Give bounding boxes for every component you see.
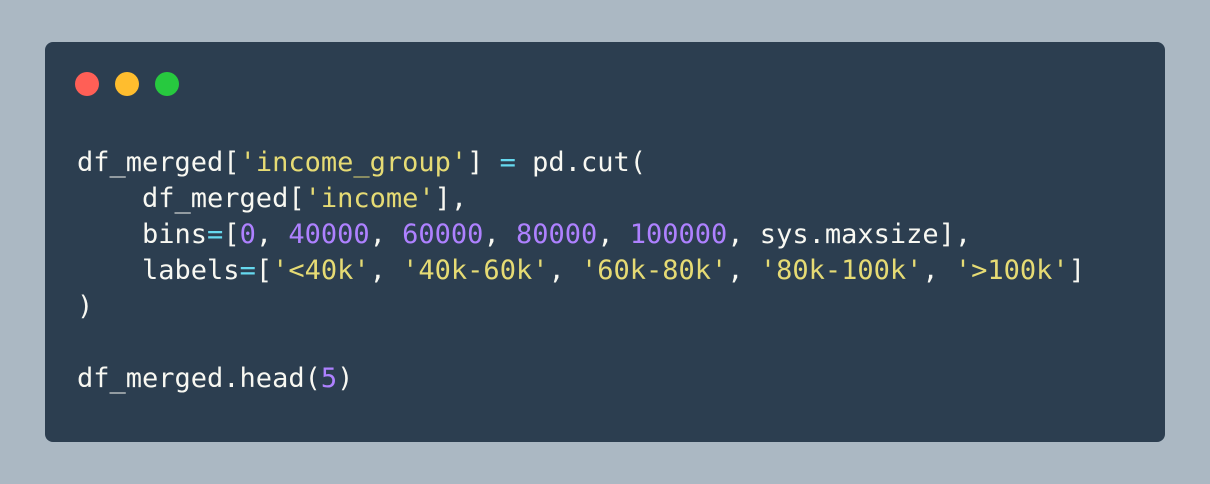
code-token: ] [1068,255,1085,286]
code-token: ] [467,147,500,178]
code-token: , [548,255,581,286]
code-token: = [207,219,224,250]
code-token: '60k-80k' [580,255,728,286]
code-token: '>100k' [954,255,1069,286]
window-controls [75,72,179,96]
code-token: df_merged.head( [77,363,321,394]
code-token: = [499,147,516,178]
code-token: 40000 [288,219,370,250]
code-token: df_merged[ [77,183,305,214]
code-token: , [369,255,403,286]
code-token: 60000 [402,219,484,250]
code-token: 100000 [629,219,728,250]
close-button-icon[interactable] [75,72,99,96]
code-token: 0 [239,219,256,250]
code-token: , [369,219,403,250]
code-line: df_merged['income_group'] = pd.cut( [77,145,1085,181]
code-token: , [483,219,516,250]
code-token: , [727,255,760,286]
code-line: labels=['<40k', '40k-60k', '60k-80k', '8… [77,253,1085,289]
code-window: df_merged['income_group'] = pd.cut( df_m… [45,42,1165,442]
code-line: df_merged['income'], [77,181,1085,217]
code-token: ], [434,183,468,214]
code-token: [ [255,255,273,286]
code-token: 80000 [515,219,598,250]
code-token: ) [77,291,94,322]
code-token: , sys.maxsize], [727,219,972,250]
code-token: '<40k' [272,255,370,286]
zoom-button-icon[interactable] [155,72,179,96]
code-token: '80k-100k' [759,255,923,286]
code-token: ) [337,363,354,394]
code-token: [ [223,219,240,250]
code-block: df_merged['income_group'] = pd.cut( df_m… [77,145,1085,397]
code-token: = [239,255,256,286]
code-token: 5 [320,363,338,394]
code-token: bins [77,219,208,250]
code-token: 'income' [304,183,435,214]
code-token: df_merged[ [77,147,240,178]
code-token: , [922,255,955,286]
code-token: pd.cut( [515,147,646,178]
code-token: 'income_group' [239,147,468,178]
code-token: '40k-60k' [402,255,549,286]
minimize-button-icon[interactable] [115,72,139,96]
code-line: bins=[0, 40000, 60000, 80000, 100000, sy… [77,217,1085,253]
code-token: , [255,219,289,250]
code-token: , [597,219,630,250]
code-line: df_merged.head(5) [77,361,1085,397]
code-token: labels [77,255,240,286]
code-line: ) [77,289,1085,325]
